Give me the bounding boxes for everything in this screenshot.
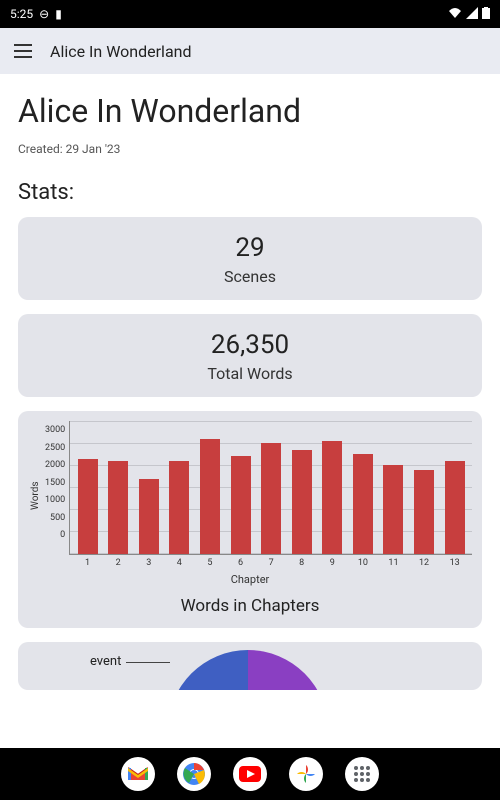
created-date: Created: 29 Jan '23 bbox=[18, 142, 482, 156]
bar-chapter-10 bbox=[353, 454, 373, 554]
scenes-label: Scenes bbox=[34, 267, 466, 286]
youtube-icon[interactable] bbox=[233, 757, 267, 791]
photos-icon[interactable] bbox=[289, 757, 323, 791]
bar-chapter-11 bbox=[383, 465, 403, 554]
chart-x-ticks: 12345678910111213 bbox=[70, 556, 472, 568]
wifi-icon bbox=[448, 7, 462, 22]
bar-chapter-9 bbox=[322, 441, 342, 554]
bar-chapter-5 bbox=[200, 439, 220, 554]
chart-y-label: Words bbox=[28, 421, 43, 571]
pie-chart bbox=[168, 650, 328, 690]
bar-chapter-4 bbox=[169, 461, 189, 554]
app-bar-title: Alice In Wonderland bbox=[50, 42, 192, 61]
total-words-label: Total Words bbox=[34, 364, 466, 383]
pie-slice-label: event bbox=[90, 654, 121, 669]
bar-chapter-6 bbox=[231, 456, 251, 554]
bar-chapter-2 bbox=[108, 461, 128, 554]
page-title: Alice In Wonderland bbox=[18, 92, 482, 130]
bar-chapter-13 bbox=[445, 461, 465, 554]
gmail-icon[interactable] bbox=[121, 757, 155, 791]
clock-icon: ⊖ bbox=[39, 7, 49, 21]
scenes-value: 29 bbox=[34, 233, 466, 263]
bar-chapter-12 bbox=[414, 470, 434, 554]
pie-leader-line bbox=[126, 662, 170, 663]
status-time: 5:25 bbox=[10, 7, 33, 21]
menu-icon[interactable] bbox=[14, 44, 32, 58]
battery-icon bbox=[482, 7, 490, 22]
bar-chapter-7 bbox=[261, 443, 281, 554]
chrome-icon[interactable] bbox=[177, 757, 211, 791]
scenes-card[interactable]: 29 Scenes bbox=[18, 217, 482, 300]
total-words-value: 26,350 bbox=[34, 330, 466, 360]
bar-chapter-8 bbox=[292, 450, 312, 554]
pie-card[interactable]: event bbox=[18, 642, 482, 690]
bar-chapter-1 bbox=[78, 459, 98, 554]
page-content: Alice In Wonderland Created: 29 Jan '23 … bbox=[0, 74, 500, 748]
apps-icon[interactable] bbox=[345, 757, 379, 791]
bar-chapter-3 bbox=[139, 479, 159, 554]
signal-icon bbox=[466, 7, 478, 22]
chart-title: Words in Chapters bbox=[28, 596, 472, 616]
bolt-icon: ▮ bbox=[55, 7, 62, 21]
chart-y-ticks: 3000 2500 2000 1500 1000 500 0 bbox=[43, 421, 69, 556]
chart-x-label: Chapter bbox=[28, 573, 472, 586]
words-in-chapters-card[interactable]: Words 3000 2500 2000 1500 1000 500 0 123… bbox=[18, 411, 482, 628]
bar-chart-plot: 12345678910111213 bbox=[69, 421, 472, 555]
android-status-bar: 5:25 ⊖ ▮ bbox=[0, 0, 500, 28]
total-words-card[interactable]: 26,350 Total Words bbox=[18, 314, 482, 397]
android-nav-bar bbox=[0, 748, 500, 800]
stats-heading: Stats: bbox=[18, 180, 482, 205]
app-bar: Alice In Wonderland bbox=[0, 28, 500, 74]
